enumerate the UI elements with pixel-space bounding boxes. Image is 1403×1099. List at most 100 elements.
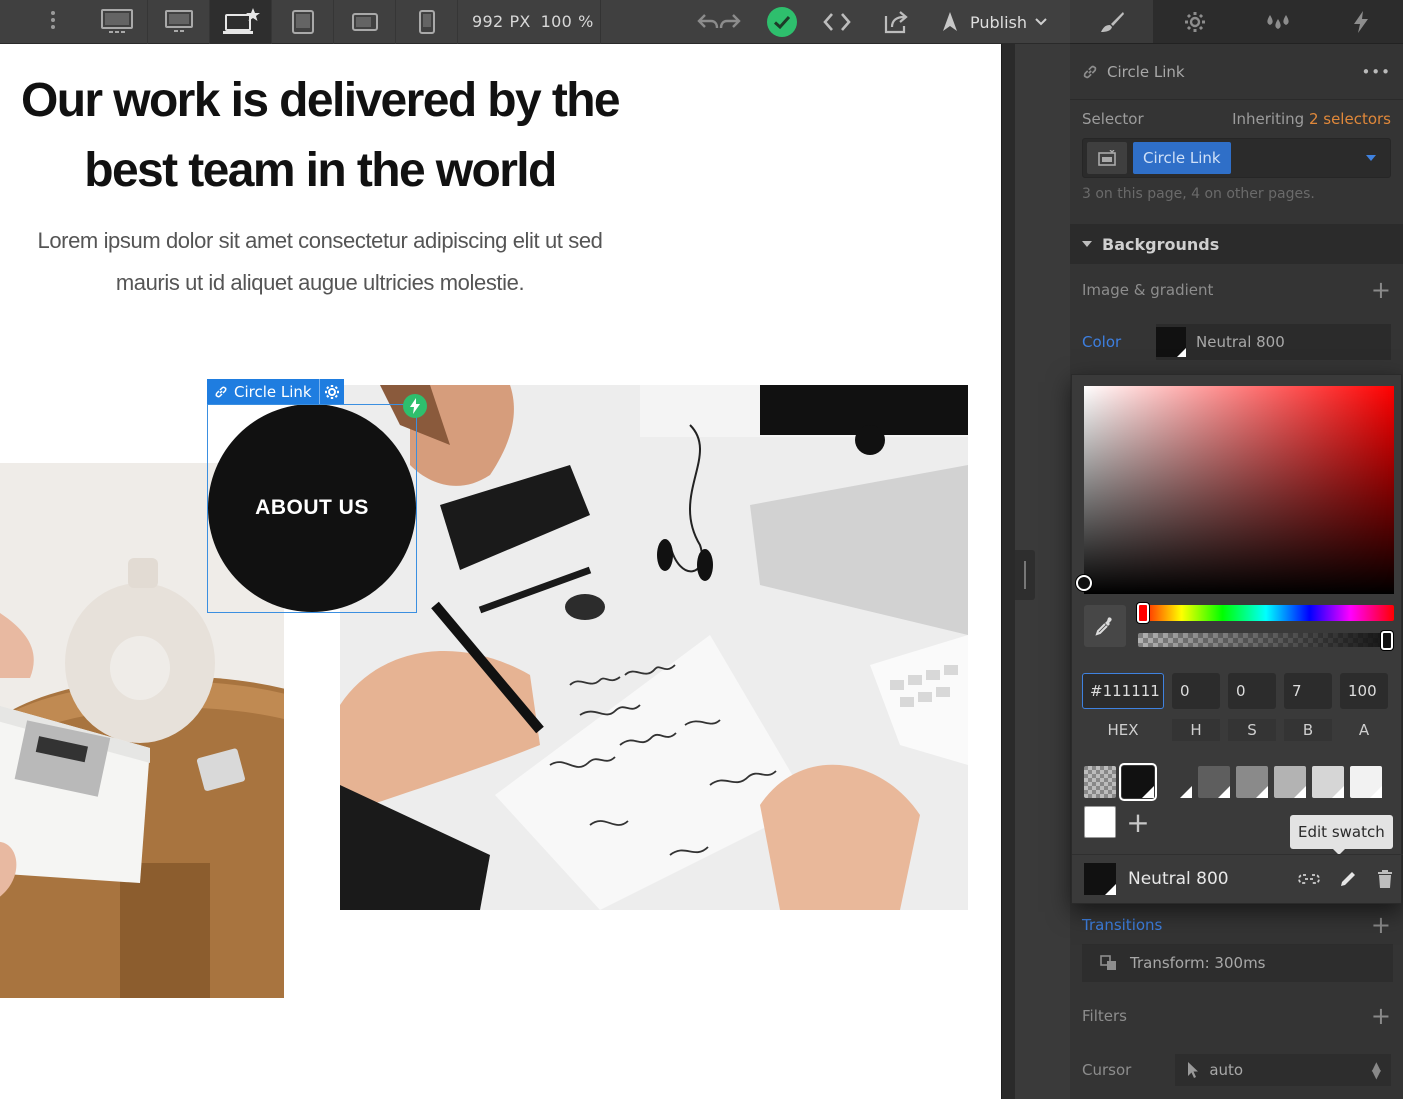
site-status-button[interactable] [764, 0, 800, 44]
selector-state-button[interactable] [1087, 142, 1127, 174]
breakpoint-mobile-landscape-button[interactable] [334, 0, 396, 44]
add-transition-button[interactable]: + [1371, 911, 1391, 939]
breakpoint-desktop-xl-button[interactable] [86, 0, 148, 44]
breakpoint-desktop-base-button[interactable] [210, 0, 272, 44]
backgrounds-section-header[interactable]: Backgrounds [1070, 224, 1403, 264]
desktop-base-star-icon [222, 8, 260, 34]
selected-swatch-name: Neutral 800 [1128, 869, 1229, 889]
color-swatch[interactable] [1274, 766, 1306, 798]
hero-heading-line-2: best team in the world [84, 144, 557, 197]
hex-label[interactable]: HEX [1082, 719, 1164, 741]
transition-item[interactable]: Transform: 300ms [1082, 944, 1393, 982]
element-header: Circle Link ••• [1070, 44, 1403, 100]
desktop-lg-icon [164, 10, 193, 32]
selector-row: Selector Inheriting 2 selectors [1070, 100, 1403, 128]
inheriting-prefix: Inheriting [1232, 110, 1305, 128]
breakpoint-tablet-button[interactable] [272, 0, 334, 44]
selected-swatch-row: Neutral 800 [1084, 863, 1394, 895]
element-state-icon [1098, 150, 1116, 166]
photo-calligraphy-desk[interactable] [340, 385, 968, 910]
code-button[interactable] [818, 0, 856, 44]
lightning-icon [410, 398, 420, 414]
eyedropper-icon [1095, 617, 1112, 636]
transitions-label: Transitions [1082, 916, 1163, 934]
hero-heading-line-1: Our work is delivered by the [20, 74, 621, 127]
width-number: 992 [472, 12, 504, 31]
color-swatch[interactable] [1160, 766, 1192, 798]
trash-icon[interactable] [1376, 869, 1394, 889]
color-swatch[interactable] [1350, 766, 1382, 798]
filters-label: Filters [1082, 1007, 1127, 1025]
canvas-resize-handle[interactable] [1015, 550, 1035, 600]
link-icon [1083, 65, 1097, 78]
canvas-scrollbar[interactable] [1001, 44, 1015, 1099]
brightness-input[interactable]: 7 [1284, 673, 1332, 709]
selector-class-chip[interactable]: Circle Link [1133, 142, 1231, 174]
saturation-input[interactable]: 0 [1228, 673, 1276, 709]
mobile-portrait-icon [418, 10, 435, 34]
add-swatch-button[interactable]: + [1122, 806, 1154, 839]
saturation-label: S [1228, 719, 1276, 741]
hue-slider[interactable] [1138, 605, 1394, 621]
hue-input[interactable]: 0 [1172, 673, 1220, 709]
hue-slider-handle[interactable] [1137, 603, 1149, 623]
add-filter-button[interactable]: + [1371, 1002, 1391, 1030]
saturation-brightness-area[interactable] [1084, 386, 1394, 594]
more-menu-icon[interactable] [46, 8, 60, 36]
share-button[interactable] [876, 0, 916, 44]
cursor-select[interactable]: auto ▲ ▼ [1175, 1054, 1391, 1086]
caret-down-icon[interactable] [1366, 155, 1376, 161]
selection-tag-name[interactable]: Circle Link [207, 379, 320, 404]
pencil-icon[interactable] [1338, 869, 1358, 889]
redo-icon[interactable] [719, 13, 741, 31]
canvas-width-value: 992 PX [472, 12, 531, 31]
hex-input[interactable]: #111111 [1082, 673, 1164, 709]
publish-button[interactable]: Publish [938, 0, 1047, 44]
background-color-field[interactable]: Neutral 800 [1156, 324, 1391, 360]
lightning-icon [1354, 10, 1369, 33]
color-swatch[interactable] [1084, 766, 1116, 798]
alpha-slider[interactable] [1138, 633, 1394, 647]
hero-heading[interactable]: Our work is delivered by the best team i… [0, 66, 680, 206]
zoom-value: 100% [541, 12, 594, 31]
image-gradient-label: Image & gradient [1082, 281, 1214, 299]
element-settings-button[interactable] [320, 379, 344, 404]
alpha-input[interactable]: 100 [1340, 673, 1388, 709]
color-swatch[interactable] [1084, 806, 1116, 838]
color-swatch[interactable] [1198, 766, 1230, 798]
zoom-number: 100 [540, 12, 573, 31]
color-swatch[interactable] [1119, 763, 1157, 801]
interaction-badge[interactable] [403, 394, 427, 418]
circle-link-about-us[interactable]: ABOUT US [208, 404, 416, 612]
tab-settings[interactable] [1153, 0, 1236, 43]
tablet-icon [291, 10, 314, 34]
inheriting-info[interactable]: Inheriting 2 selectors [1232, 110, 1391, 128]
picker-divider [1072, 854, 1403, 855]
tab-style-manager[interactable] [1237, 0, 1320, 43]
selector-field[interactable]: Circle Link [1082, 138, 1391, 178]
caret-down-icon [1082, 241, 1092, 247]
alpha-slider-handle[interactable] [1381, 631, 1393, 650]
selection-tag[interactable]: Circle Link [207, 379, 344, 404]
add-image-gradient-button[interactable]: + [1371, 276, 1391, 304]
color-label: Color [1082, 333, 1122, 351]
undo-icon[interactable] [697, 13, 719, 31]
top-toolbar: 992 PX 100% Publish [0, 0, 1070, 44]
brush-icon [1100, 11, 1124, 32]
canvas-size-readout: 992 PX 100% [472, 0, 604, 44]
design-canvas[interactable]: Our work is delivered by the best team i… [0, 44, 1001, 1099]
hero-paragraph[interactable]: Lorem ipsum dolor sit amet consectetur a… [0, 220, 680, 304]
cursor-value: auto [1209, 1061, 1244, 1079]
color-swatch[interactable] [1312, 766, 1344, 798]
more-options-button[interactable]: ••• [1361, 63, 1391, 81]
breakpoint-desktop-lg-button[interactable] [148, 0, 210, 44]
saturation-brightness-handle[interactable] [1076, 575, 1092, 591]
color-swatch[interactable] [1236, 766, 1268, 798]
tab-interactions[interactable] [1320, 0, 1403, 43]
filters-row: Filters + [1070, 996, 1403, 1036]
tab-style[interactable] [1070, 0, 1154, 43]
eyedropper-button[interactable] [1084, 605, 1126, 647]
unlink-icon[interactable] [1298, 869, 1320, 889]
chevron-down-icon [1035, 18, 1047, 26]
breakpoint-mobile-portrait-button[interactable] [396, 0, 458, 44]
